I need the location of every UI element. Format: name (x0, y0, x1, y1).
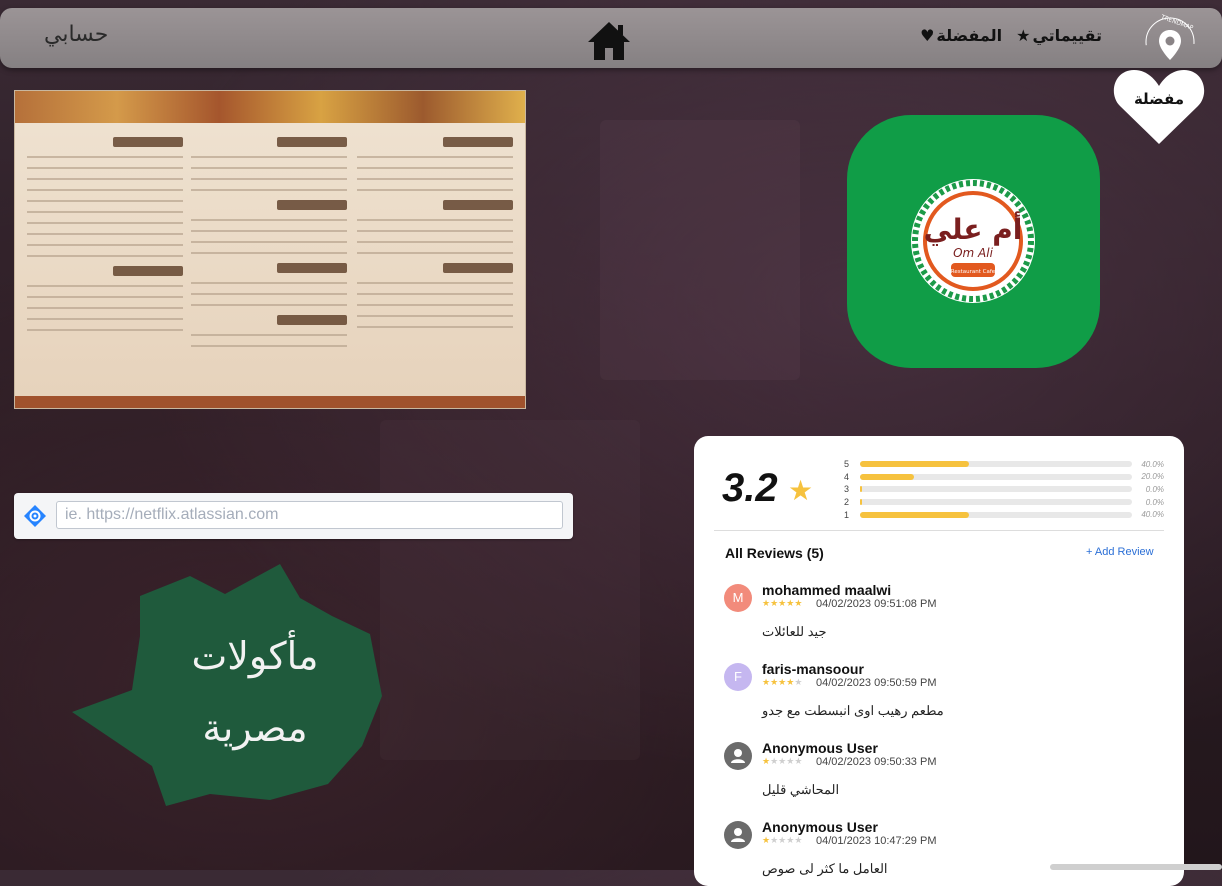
logo-arabic-text: أم علي (924, 211, 1023, 246)
review-date: 04/02/2023 09:50:59 PM (816, 677, 937, 689)
distribution-row: 2 0.0% (844, 496, 1164, 509)
nav-favorites-label: المفضلة (936, 26, 1003, 45)
distribution-stars: 3 (844, 484, 850, 495)
home-icon[interactable] (586, 18, 632, 64)
link-diamond-icon (24, 505, 46, 527)
star-icon: ★ (770, 598, 779, 608)
account-link[interactable]: حسابي (44, 22, 108, 47)
user-icon (731, 828, 745, 842)
review-text: المحاشي قليل (762, 782, 840, 797)
distribution-bar (860, 486, 862, 493)
menu-column (191, 131, 347, 401)
reviewer-name: Anonymous User (762, 819, 878, 835)
logo-sub-text: Restaurant Cafe (951, 269, 996, 275)
background-decor (380, 420, 640, 760)
menu-column (357, 131, 513, 401)
top-navbar: حسابي تقييماتي ★ المفضلة ♥ TRENDMAP (0, 8, 1222, 68)
star-icon: ★ (788, 475, 814, 506)
menu-footer-strip (15, 396, 525, 408)
review-date: 04/02/2023 09:51:08 PM (816, 598, 937, 610)
favorite-label: مفضلة (1133, 90, 1185, 108)
star-icon: ★ (762, 677, 771, 687)
avatar: F (724, 663, 752, 691)
nav-my-ratings[interactable]: تقييماتي ★ (1016, 26, 1102, 45)
rating-distribution: 5 40.0% 4 20.0% 3 0.0% 2 0.0% 1 40.0% (844, 458, 1164, 521)
distribution-pct: 20.0% (1141, 472, 1164, 482)
nav-favorites[interactable]: المفضلة ♥ (920, 26, 1002, 45)
reviews-panel: 3.2 ★ 5 40.0% 4 20.0% 3 0.0% 2 0.0% 1 40… (694, 436, 1184, 886)
star-icon: ★ (762, 598, 771, 608)
user-icon (731, 749, 745, 763)
menu-column (27, 131, 183, 401)
review-text: جيد للعائلات (762, 624, 827, 639)
avatar: M (724, 584, 752, 612)
review-date: 04/02/2023 09:50:33 PM (816, 756, 937, 768)
review-text: العامل ما كثر لى صوص (762, 861, 888, 876)
reviewer-name: mohammed maalwi (762, 582, 892, 598)
distribution-pct: 0.0% (1145, 497, 1164, 507)
menu-food-strip (15, 91, 525, 123)
review-text: مطعم رهيب اوى انبسطت مع جدو (762, 703, 944, 718)
star-icon: ★ (794, 756, 803, 766)
distribution-bar (860, 461, 969, 468)
reviewer-name: faris-mansoour (762, 661, 864, 677)
reviews-title: All Reviews (5) (725, 545, 824, 561)
cuisine-line-2: مصرية (202, 706, 308, 750)
background-decor (600, 120, 800, 380)
average-rating: 3.2 (722, 466, 778, 510)
review-date: 04/01/2023 10:47:29 PM (816, 835, 937, 847)
distribution-pct: 0.0% (1145, 484, 1164, 494)
distribution-pct: 40.0% (1141, 510, 1164, 520)
star-icon: ★ (762, 756, 771, 766)
cuisine-badge-text: مأكولات مصرية (150, 620, 360, 764)
heart-icon: ♥ (920, 26, 935, 45)
distribution-stars: 5 (844, 459, 850, 470)
divider (714, 530, 1164, 531)
url-input[interactable] (56, 501, 563, 529)
distribution-bar (860, 511, 969, 518)
distribution-row: 1 40.0% (844, 508, 1164, 521)
star-icon: ★ (794, 677, 803, 687)
url-bar (14, 493, 573, 539)
nav-links: تقييماتي ★ المفضلة ♥ (920, 26, 1102, 45)
star-icon: ★ (770, 835, 779, 845)
distribution-stars: 4 (844, 471, 850, 482)
reviewer-name: Anonymous User (762, 740, 878, 756)
distribution-row: 5 40.0% (844, 458, 1164, 471)
avatar (724, 821, 752, 849)
restaurant-logo-tile[interactable]: أم علي Om Ali Restaurant Cafe (847, 115, 1100, 368)
distribution-stars: 2 (844, 497, 850, 508)
rating-stars: ★★★★★ (762, 835, 802, 846)
nav-my-ratings-label: تقييماتي (1032, 26, 1102, 45)
distribution-bar (860, 499, 862, 506)
rating-stars: ★★★★★ (762, 598, 802, 609)
distribution-bar (860, 473, 915, 480)
distribution-row: 3 0.0% (844, 483, 1164, 496)
star-icon: ★ (770, 677, 779, 687)
rating-stars: ★★★★★ (762, 756, 802, 767)
avatar (724, 742, 752, 770)
distribution-stars: 1 (844, 509, 850, 520)
scrollbar[interactable] (1050, 864, 1222, 870)
cuisine-line-1: مأكولات (191, 634, 319, 678)
star-icon: ★ (770, 756, 779, 766)
logo-latin-text: Om Ali (953, 246, 993, 260)
star-icon: ★ (794, 598, 803, 608)
star-icon: ★ (1016, 26, 1031, 45)
svg-text:TRENDMAP: TRENDMAP (1159, 13, 1194, 32)
rating-stars: ★★★★★ (762, 677, 802, 688)
distribution-pct: 40.0% (1141, 459, 1164, 469)
star-icon: ★ (794, 835, 803, 845)
restaurant-logo: أم علي Om Ali Restaurant Cafe (911, 179, 1035, 303)
star-icon: ★ (762, 835, 771, 845)
distribution-row: 4 20.0% (844, 471, 1164, 484)
menu-image[interactable] (14, 90, 526, 409)
add-review-button[interactable]: + Add Review (1086, 546, 1154, 558)
